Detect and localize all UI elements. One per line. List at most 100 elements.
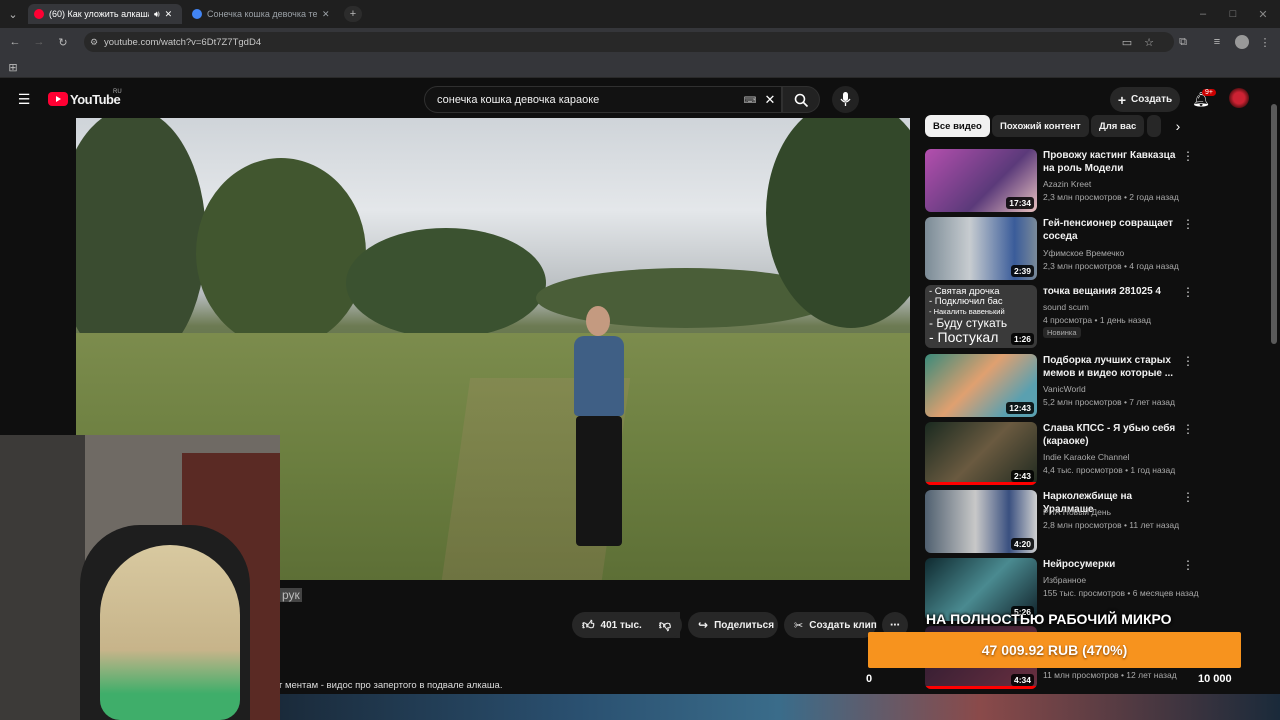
video-actions-row: рук 👍︎ 401 тыс. 👎︎ ↪ Поделиться ✂ Создат… xyxy=(280,588,910,642)
hamburger-menu-icon[interactable]: ☰ xyxy=(16,91,32,107)
media-controls-icon[interactable]: ≡ xyxy=(1210,35,1224,49)
forward-arrow-icon[interactable]: → xyxy=(32,35,46,49)
donation-goal-title: НА ПОЛНОСТЬЮ РАБОЧИЙ МИКРО xyxy=(926,611,1172,627)
more-vert-icon[interactable]: ⋮ xyxy=(1182,217,1194,231)
clear-search-icon[interactable]: ✕ xyxy=(763,92,777,108)
cast-icon[interactable]: ▭ xyxy=(1120,35,1134,49)
audio-icon[interactable]: 🔊︎ xyxy=(154,9,160,20)
donation-max-label: 10 000 xyxy=(1198,673,1232,685)
video-tree-center xyxy=(196,158,366,348)
video-thumbnail[interactable]: 17:34 xyxy=(925,149,1037,212)
recommendation-item[interactable]: 17:34 Провожу кастинг Кавказца на роль М… xyxy=(924,149,1199,215)
chip-related[interactable]: Похожий контент xyxy=(992,115,1089,137)
recommendation-item[interactable]: 12:43 Подборка лучших старых мемов и вид… xyxy=(924,354,1199,420)
more-vert-icon[interactable]: ⋮ xyxy=(1182,354,1194,368)
recommendation-item[interactable]: 4:20 Нарколежбище на Уралмаше РИА Новый … xyxy=(924,490,1199,556)
channel-name[interactable]: sound scum xyxy=(1043,302,1089,312)
video-meta: 4,4 тыс. просмотров • 1 год назад xyxy=(1043,465,1176,475)
google-favicon-icon xyxy=(192,9,202,19)
scissors-icon: ✂ xyxy=(794,619,804,632)
tab-youtube[interactable]: (60) Как уложить алкаша б 🔊︎ ✕ xyxy=(28,4,182,24)
video-meta: 155 тыс. просмотров • 6 месяцев назад xyxy=(1043,588,1199,598)
share-button[interactable]: ↪ Поделиться xyxy=(688,612,778,638)
video-title[interactable]: Гей-пенсионер совращает соседа xyxy=(1043,217,1185,243)
video-thumbnail[interactable]: 2:43 xyxy=(925,422,1037,485)
youtube-favicon-icon xyxy=(34,9,44,19)
channel-name[interactable]: Azazin Kreet xyxy=(1043,179,1091,189)
chip-for-you[interactable]: Для вас xyxy=(1091,115,1145,137)
new-tab-plus-icon[interactable]: + xyxy=(344,6,362,22)
more-vert-icon[interactable]: ⋮ xyxy=(1182,558,1194,572)
browser-menu-icon[interactable]: ⋮ xyxy=(1258,35,1272,49)
channel-name[interactable]: Избранное xyxy=(1043,575,1086,585)
channel-name[interactable]: РИА Новый День xyxy=(1043,507,1111,517)
more-vert-icon[interactable]: ⋮ xyxy=(1182,285,1194,299)
tab-lyrics[interactable]: Сонечка кошка девочка тексте ✕ xyxy=(186,4,338,24)
keyboard-icon[interactable]: ⌨ xyxy=(743,94,757,106)
chip-all[interactable]: Все видео xyxy=(925,115,990,137)
more-vert-icon[interactable]: ⋮ xyxy=(1182,422,1194,436)
url-field[interactable]: ⚙︎ youtube.com/watch?v=6Dt7Z7TgdD4 xyxy=(84,32,1174,52)
donation-min-label: 0 xyxy=(866,673,873,685)
page-scrollbar[interactable] xyxy=(1271,104,1277,344)
video-title[interactable]: Подборка лучших старых мемов и видео кот… xyxy=(1043,354,1185,380)
recommendation-item[interactable]: 2:39 Гей-пенсионер совращает соседа Уфим… xyxy=(924,217,1199,283)
video-title[interactable]: Нейросумерки xyxy=(1043,558,1185,571)
video-thumbnail[interactable]: 12:43 xyxy=(925,354,1037,417)
close-tab-icon[interactable]: ✕ xyxy=(165,9,173,20)
chevron-right-icon[interactable]: › xyxy=(1171,118,1185,134)
more-vert-icon[interactable]: ⋮ xyxy=(1182,490,1194,504)
donation-progress-bar: 47 009.92 RUB (470%) xyxy=(868,632,1241,668)
duration-badge: 4:20 xyxy=(1010,538,1034,550)
recommendation-item[interactable]: 2:43 Слава КПСС - Я убью себя (караоке) … xyxy=(924,422,1199,488)
recommendation-item[interactable]: - Святая дрочка - Подключил бас - Накали… xyxy=(924,285,1199,351)
back-arrow-icon[interactable]: ← xyxy=(8,35,22,49)
voice-search-button[interactable] xyxy=(832,86,859,113)
search-button[interactable] xyxy=(782,86,820,113)
account-avatar[interactable] xyxy=(1229,88,1249,108)
profile-avatar-icon[interactable] xyxy=(1235,35,1249,49)
channel-name[interactable]: Уфимское Времечко xyxy=(1043,248,1124,258)
more-horizontal-icon: ⋯ xyxy=(890,619,900,631)
watched-progress-bar xyxy=(925,686,1037,689)
share-icon: ↪ xyxy=(698,618,709,632)
apps-grid-icon[interactable]: ⊞ xyxy=(6,60,20,74)
youtube-logo-icon[interactable] xyxy=(48,92,68,106)
close-tab-icon[interactable]: ✕ xyxy=(322,9,330,20)
video-thumbnail[interactable]: - Святая дрочка - Подключил бас - Накали… xyxy=(925,285,1037,348)
extensions-icon[interactable]: ⧉ xyxy=(1176,35,1190,49)
chip-partial[interactable] xyxy=(1147,115,1161,137)
region-label: RU xyxy=(113,89,122,95)
video-thumbnail[interactable]: 2:39 xyxy=(925,217,1037,280)
plus-icon: + xyxy=(1117,91,1127,108)
video-thumbnail[interactable]: 4:20 xyxy=(925,490,1037,553)
create-label: Создать xyxy=(1131,94,1173,105)
video-title[interactable]: Слава КПСС - Я убью себя (караоке) xyxy=(1043,422,1185,448)
channel-name[interactable]: Indie Karaoke Channel xyxy=(1043,452,1129,462)
reload-icon[interactable]: ↻ xyxy=(56,35,70,49)
video-meta: 2,3 млн просмотров • 4 года назад xyxy=(1043,261,1179,271)
create-button[interactable]: + Создать xyxy=(1110,87,1180,112)
close-window-icon[interactable]: ✕ xyxy=(1256,7,1270,21)
channel-name[interactable]: VanicWorld xyxy=(1043,384,1086,394)
more-vert-icon[interactable]: ⋮ xyxy=(1182,149,1194,163)
streamer-webcam xyxy=(0,435,280,720)
site-info-icon[interactable]: ⚙︎ xyxy=(88,36,100,48)
duration-badge: 2:43 xyxy=(1010,470,1034,482)
video-title[interactable]: Провожу кастинг Кавказца на роль Модели … xyxy=(1043,149,1185,175)
video-tree-left xyxy=(76,118,206,368)
search-input[interactable]: сонечка кошка девочка караоке ⌨ ✕ xyxy=(424,86,782,113)
video-tree-line xyxy=(346,228,546,338)
create-clip-button[interactable]: ✂ Создать клип xyxy=(784,612,877,638)
video-title[interactable]: точка вещания 281025 4 xyxy=(1043,285,1185,298)
webcam-wardrobe xyxy=(0,435,85,720)
video-meta: 5,2 млн просмотров • 7 лет назад xyxy=(1043,397,1175,407)
dislike-button[interactable]: 👎︎ xyxy=(648,612,682,638)
tab-search-icon[interactable]: ⌄ xyxy=(6,7,20,21)
stream-bottom-strip xyxy=(278,694,1280,720)
bookmark-star-icon[interactable]: ☆ xyxy=(1142,35,1156,49)
maximize-icon[interactable]: □ xyxy=(1226,7,1240,21)
minimize-icon[interactable]: – xyxy=(1196,7,1210,21)
duration-badge: 4:34 xyxy=(1010,674,1034,686)
description-snippet: т ментам - видос про запертого в подвале… xyxy=(278,680,503,691)
